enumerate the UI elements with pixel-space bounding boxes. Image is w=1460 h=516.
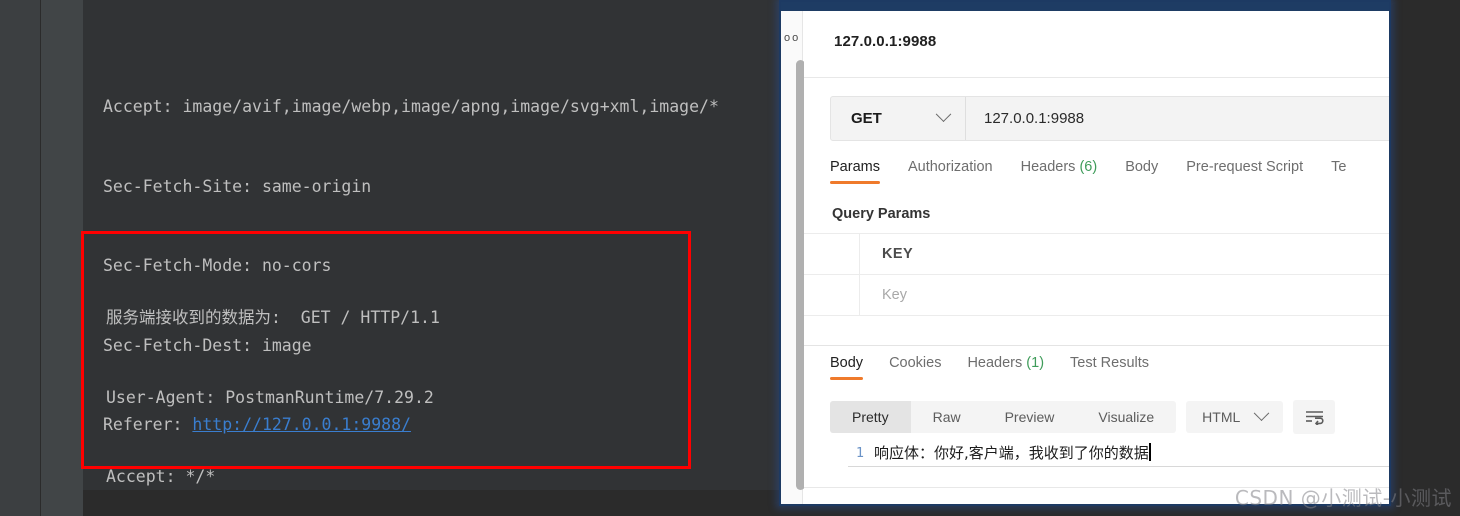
http-method-select[interactable]: GET — [831, 97, 966, 140]
response-tab-body-label: Body — [830, 355, 864, 371]
request-tabs: Params Authorization Headers (6) Body Pr… — [830, 159, 1346, 184]
viewer-mode-group: Pretty Raw Preview Visualize — [830, 401, 1177, 433]
tab-tests-label: Te — [1331, 159, 1347, 175]
query-params-title: Query Params — [832, 206, 931, 222]
text-caret — [1148, 443, 1151, 461]
chevron-down-icon — [935, 106, 952, 123]
query-params-header-row: KEY — [804, 233, 1389, 274]
url-input[interactable]: 127.0.0.1:9988 — [966, 110, 1389, 127]
console-line-sec-fetch-site: Sec-Fetch-Site: same-origin — [103, 176, 372, 196]
response-body-text: 响应体：你好,客户端，我收到了你的数据 — [874, 444, 1149, 462]
tab-tests[interactable]: Te — [1331, 159, 1346, 184]
line-number: 1 — [855, 445, 864, 461]
tab-params-label: Params — [830, 159, 880, 175]
tab-authorization[interactable]: Authorization — [908, 159, 993, 184]
dump-line-1: User-Agent: PostmanRuntime/7.29.2 — [106, 387, 434, 407]
response-tab-headers[interactable]: Headers (1) — [967, 355, 1044, 380]
tab-headers-count: (6) — [1079, 159, 1098, 175]
console-line-accept: Accept: image/avif,image/webp,image/apng… — [103, 97, 719, 116]
editor-line-underline — [848, 466, 1389, 467]
word-wrap-toggle[interactable] — [1293, 400, 1336, 434]
response-tab-cookies[interactable]: Cookies — [889, 355, 941, 380]
response-tab-test-results[interactable]: Test Results — [1070, 355, 1149, 380]
tab-pre-request-script-label: Pre-request Script — [1186, 159, 1304, 175]
response-body-editor[interactable]: 1 响应体：你好,客户端，我收到了你的数据 — [830, 441, 1389, 465]
tab-body-label: Body — [1125, 159, 1159, 175]
response-tab-cookies-label: Cookies — [889, 355, 942, 371]
http-method-label: GET — [851, 110, 882, 127]
title-divider — [804, 77, 1389, 78]
tab-headers-label: Headers — [1020, 159, 1076, 175]
highlighted-request-dump: 服务端接收到的数据为: GET / HTTP/1.1 User-Agent: P… — [106, 252, 613, 516]
query-params-check-col — [804, 234, 860, 274]
response-separator — [804, 345, 1389, 346]
word-wrap-icon — [1305, 410, 1324, 425]
rail-dots-icon: oo — [784, 32, 801, 44]
viewer-mode-pretty[interactable]: Pretty — [830, 401, 911, 433]
query-params-table: KEY Key — [804, 233, 1389, 350]
param-key-input[interactable]: Key — [860, 287, 1389, 303]
dump-line-2: Accept: */* — [106, 467, 216, 486]
response-format-label: HTML — [1202, 409, 1241, 425]
response-tabs: Body Cookies Headers (1) Test Results — [830, 355, 1149, 380]
csdn-watermark: CSDN @小测试-小测试 — [1234, 486, 1452, 510]
tab-authorization-label: Authorization — [907, 159, 993, 175]
tab-params[interactable]: Params — [830, 159, 880, 184]
viewer-mode-preview[interactable]: Preview — [983, 401, 1077, 433]
response-tab-headers-label: Headers — [967, 355, 1023, 371]
ide-left-strip — [0, 0, 40, 516]
response-format-select[interactable]: HTML — [1186, 401, 1284, 433]
query-params-row: Key — [804, 274, 1389, 315]
postman-window: oo 127.0.0.1:9988 GET 127.0.0.1:9988 Par… — [779, 0, 1391, 506]
screenshot-root: Accept: image/avif,image/webp,image/apng… — [0, 0, 1460, 516]
viewer-mode-raw[interactable]: Raw — [911, 401, 983, 433]
response-tab-body[interactable]: Body — [830, 355, 864, 380]
response-viewer-toolbar: Pretty Raw Preview Visualize HTML — [830, 400, 1336, 434]
response-body-text-wrap: 响应体：你好,客户端，我收到了你的数据 — [874, 441, 1151, 465]
tab-body[interactable]: Body — [1125, 159, 1158, 184]
postman-content: 127.0.0.1:9988 GET 127.0.0.1:9988 Params… — [804, 11, 1389, 504]
url-bar: GET 127.0.0.1:9988 — [830, 96, 1389, 141]
row-checkbox-cell[interactable] — [804, 275, 860, 315]
tab-headers[interactable]: Headers (6) — [1021, 159, 1098, 184]
red-highlight-box: 服务端接收到的数据为: GET / HTTP/1.1 User-Agent: P… — [81, 231, 691, 486]
console-gutter — [41, 0, 112, 516]
tab-pre-request-script[interactable]: Pre-request Script — [1186, 159, 1303, 184]
response-tab-headers-count: (1) — [1026, 355, 1045, 371]
column-header-key: KEY — [882, 246, 914, 262]
dump-line-0: 服务端接收到的数据为: GET / HTTP/1.1 — [106, 308, 440, 327]
response-tab-test-results-label: Test Results — [1070, 355, 1150, 371]
chevron-down-icon — [1254, 404, 1270, 421]
response-body-line: 1 响应体：你好,客户端，我收到了你的数据 — [830, 441, 1389, 465]
viewer-mode-visualize[interactable]: Visualize — [1076, 401, 1176, 433]
postman-title-bar — [781, 2, 1389, 11]
request-title: 127.0.0.1:9988 — [834, 33, 937, 50]
